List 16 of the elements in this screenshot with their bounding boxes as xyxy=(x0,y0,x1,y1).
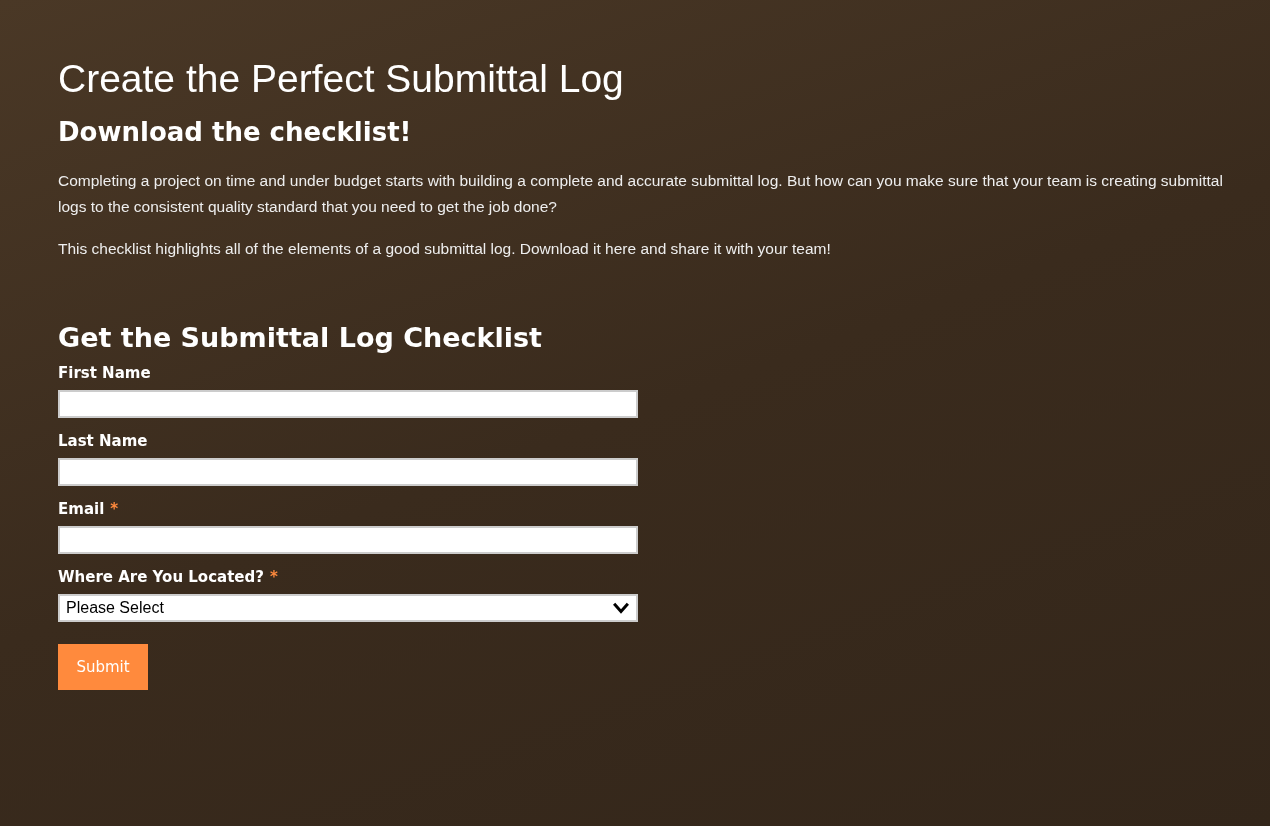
field-label: Where Are You Located? xyxy=(58,568,264,587)
field-label: First Name xyxy=(58,364,151,383)
chevron-down-icon xyxy=(612,602,630,615)
page-subtitle: Download the checklist! xyxy=(58,116,413,148)
form-title: Get the Submittal Log Checklist xyxy=(58,322,542,355)
intro-paragraph: This checklist highlights all of the elements of a good submittal log. Download it here and share it with your team! xyxy=(58,239,832,259)
field-label: Last Name xyxy=(58,432,148,451)
text-input-field[interactable] xyxy=(58,458,638,487)
text-input-field[interactable] xyxy=(58,390,638,419)
field-label: Email xyxy=(58,500,105,519)
intro-paragraph: Completing a project on time and under budget starts with building a complete and accurate submittal log. But how can you make sure that your team is creating submittal logs to the consistent quality standard that you need to get the job done? xyxy=(58,171,1224,217)
required-mark: * xyxy=(269,568,278,587)
page-title: Create the Perfect Submittal Log xyxy=(58,56,625,102)
location-dropdown[interactable]: Please Select xyxy=(58,594,638,623)
required-mark: * xyxy=(110,500,119,519)
text-input-field[interactable] xyxy=(58,526,638,555)
